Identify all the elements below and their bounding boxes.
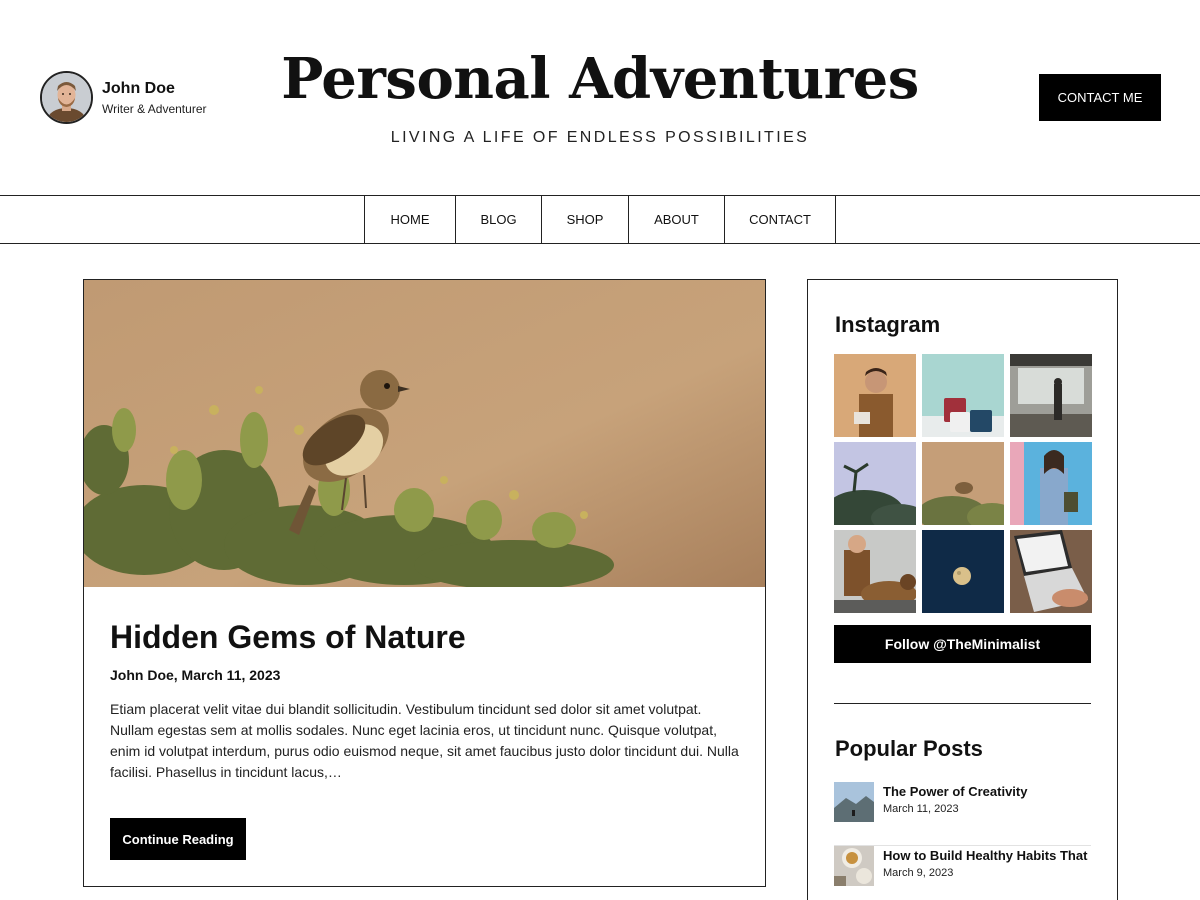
- popular-post-item[interactable]: How to Build Healthy Habits That March 9…: [834, 846, 1091, 900]
- instagram-photo[interactable]: [922, 442, 1004, 525]
- follow-instagram-button[interactable]: Follow @TheMinimalist: [834, 625, 1091, 663]
- instagram-heading: Instagram: [835, 312, 941, 337]
- nav-item-home[interactable]: HOME: [365, 196, 456, 243]
- popular-post-date: March 9, 2023: [883, 867, 954, 879]
- popular-post-thumbnail[interactable]: [834, 782, 874, 822]
- site-title[interactable]: Personal Adventures: [0, 44, 1200, 114]
- post-title[interactable]: Hidden Gems of Nature: [110, 617, 466, 657]
- featured-post-card: Hidden Gems of Nature John Doe, March 11…: [83, 279, 766, 887]
- instagram-photo[interactable]: [922, 354, 1004, 437]
- instagram-photo[interactable]: [922, 530, 1004, 613]
- post-excerpt: Etiam placerat velit vitae dui blandit s…: [110, 701, 739, 780]
- sidebar: Instagram Follow @TheMinimalist Popular …: [807, 279, 1118, 900]
- post-featured-image[interactable]: [84, 280, 765, 587]
- instagram-photo[interactable]: [834, 530, 916, 613]
- site-header: John Doe Writer & Adventurer Personal Ad…: [0, 0, 1200, 195]
- popular-post-thumbnail[interactable]: [834, 846, 874, 886]
- post-meta: John Doe, March 11, 2023: [110, 667, 281, 683]
- nav-item-shop[interactable]: SHOP: [542, 196, 629, 243]
- instagram-photo[interactable]: [834, 442, 916, 525]
- contact-me-button[interactable]: CONTACT ME: [1039, 74, 1161, 121]
- popular-post-date: March 11, 2023: [883, 803, 959, 815]
- nav-item-about[interactable]: ABOUT: [629, 196, 725, 243]
- nav-menu: HOME BLOG SHOP ABOUT CONTACT: [364, 196, 836, 243]
- site-tagline: LIVING A LIFE OF ENDLESS POSSIBILITIES: [390, 129, 810, 146]
- popular-post-title[interactable]: How to Build Healthy Habits That: [883, 847, 1087, 864]
- popular-posts-heading: Popular Posts: [835, 736, 983, 761]
- popular-post-item[interactable]: The Power of Creativity March 11, 2023: [834, 782, 1091, 846]
- nav-item-contact[interactable]: CONTACT: [725, 196, 836, 243]
- instagram-grid: [834, 354, 1092, 614]
- instagram-photo[interactable]: [834, 354, 916, 437]
- instagram-photo[interactable]: [1010, 354, 1092, 437]
- continue-reading-button[interactable]: Continue Reading: [110, 818, 246, 860]
- sidebar-divider: [834, 703, 1091, 704]
- nav-item-blog[interactable]: BLOG: [456, 196, 542, 243]
- instagram-photo[interactable]: [1010, 442, 1092, 525]
- popular-post-title[interactable]: The Power of Creativity: [883, 783, 1027, 800]
- main-navigation: HOME BLOG SHOP ABOUT CONTACT: [0, 195, 1200, 244]
- instagram-photo[interactable]: [1010, 530, 1092, 613]
